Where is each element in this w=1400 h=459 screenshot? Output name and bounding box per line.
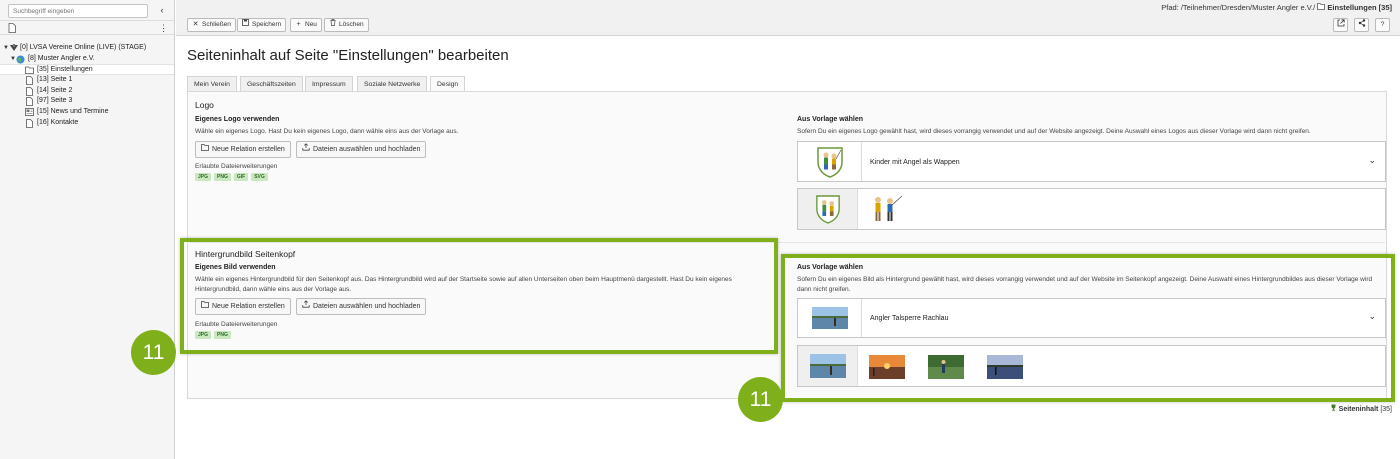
folder-icon [1317,3,1327,12]
logo-template-select[interactable]: Kinder mit Angel als Wappen ⌄ [797,141,1386,182]
breadcrumb-page[interactable]: Einstellungen [35] [1327,3,1392,12]
extension-badge: PNG [214,173,231,181]
trophy-icon [1330,404,1339,413]
step-number-badge: 11 [131,330,176,375]
new-button[interactable]: + Neu [290,18,322,32]
help-icon: ? [1380,21,1385,28]
share-button[interactable] [1354,18,1369,32]
open-new-window-button[interactable] [1333,18,1348,32]
expand-icon[interactable]: ▼ [3,43,9,54]
breadcrumb-path: Pfad: /Teilnehmer/Dresden/Muster Angler … [1161,3,1316,12]
logo-upload-button[interactable]: Dateien auswählen und hochladen [296,141,427,158]
tree-item-label: [13] Seite 1 [37,76,73,84]
step-number-badge: 11 [738,377,783,422]
save-button[interactable]: Speichern [237,18,287,32]
logo-section-title: Logo [195,100,214,110]
kids-with-rod-thumbnail[interactable] [870,195,904,227]
own-logo-description: Wähle ein eigenes Logo. Hast Du kein eig… [195,128,459,135]
record-id: [35] [1380,406,1392,413]
tree-item-root[interactable]: ▼ [0] LVSA Vereine Online (LIVE) (STAGE) [0,43,174,54]
tab-impressum[interactable]: Impressum [305,76,353,92]
tree-item-label: [15] News und Termine [37,108,109,116]
page-tree-sidebar: ‹ ⋮ ▼ [0] LVSA Vereine Online (LIVE) (ST… [0,0,175,459]
highlight-header-image-template [781,254,1395,402]
plus-icon: + [296,21,301,28]
document-header: Pfad: /Teilnehmer/Dresden/Muster Angler … [176,0,1400,36]
folder-icon [201,142,209,157]
tree-item-einstellungen[interactable]: [35] Einstellungen [0,64,174,76]
record-type-label: Seiteninhalt [1338,406,1379,413]
extension-badge: GIF [233,173,249,181]
help-button[interactable]: ? [1375,18,1390,32]
tree-item-label: [97] Seite 3 [37,97,73,105]
tree-item-seite-2[interactable]: [14] Seite 2 [0,86,174,97]
highlight-own-header-image [180,238,778,354]
close-icon: ✕ [192,21,199,28]
delete-button[interactable]: Löschen [324,18,369,32]
close-button[interactable]: ✕ Schließen [187,18,236,32]
new-page-icon[interactable] [8,23,16,35]
chevron-down-icon: ⌄ [1368,155,1376,165]
collapse-sidebar-icon[interactable]: ‹ [156,5,168,17]
external-link-icon [1337,19,1345,29]
own-logo-title: Eigenes Logo verwenden [195,116,280,123]
coat-of-arms-thumbnail[interactable] [798,189,858,229]
extension-badge: SVG [251,173,268,181]
logo-extension-badges: JPG PNG GIF SVG [195,173,268,181]
tree-item-label: [14] Seite 2 [37,86,73,94]
tab-soziale-netzwerke[interactable]: Soziale Netzwerke [357,76,428,92]
tree-item-seite-1[interactable]: [13] Seite 1 [0,75,174,86]
record-info: Seiteninhalt [35] [1330,404,1392,413]
logo-selected-value: Kinder mit Angel als Wappen [870,159,960,166]
trash-icon [328,19,337,31]
page-tree: ▼ [0] LVSA Vereine Online (LIVE) (STAGE)… [0,43,174,129]
tree-item-site[interactable]: ▼ [8] Muster Angler e.V. [0,54,174,65]
save-icon [241,19,250,31]
tree-item-kontakte[interactable]: [16] Kontakte [0,118,174,129]
tree-item-label: [16] Kontakte [37,118,79,126]
logo-template-description: Sofern Du ein eigenes Logo gewählt hast,… [797,128,1311,135]
logo-template-title: Aus Vorlage wählen [797,116,863,123]
logo-new-relation-button[interactable]: Neue Relation erstellen [195,141,291,158]
page-icon [26,118,33,133]
page-title: Seiteninhalt auf Seite "Einstellungen" b… [187,47,509,64]
tab-mein-verein[interactable]: Mein Verein [187,76,237,92]
upload-icon [302,142,310,157]
logo-allowed-extensions-label: Erlaubte Dateierweiterungen [195,163,278,170]
logo-template-preview [797,188,1386,230]
tree-item-seite-3[interactable]: [97] Seite 3 [0,96,174,107]
tree-item-label: [0] LVSA Vereine Online (LIVE) (STAGE) [20,44,147,51]
search-input[interactable] [8,4,148,18]
sidebar-toolbar: ⋮ [0,20,174,35]
coat-of-arms-thumbnail [798,142,862,181]
breadcrumb: Pfad: /Teilnehmer/Dresden/Muster Angler … [1161,3,1392,12]
tree-item-label: [8] Muster Angler e.V. [28,54,95,62]
more-options-icon[interactable]: ⋮ [159,22,168,34]
tree-item-news[interactable]: [15] News und Termine [0,107,174,118]
share-icon [1358,19,1366,29]
tab-geschaeftszeiten[interactable]: Geschäftszeiten [240,76,303,92]
extension-badge: JPG [195,173,212,181]
